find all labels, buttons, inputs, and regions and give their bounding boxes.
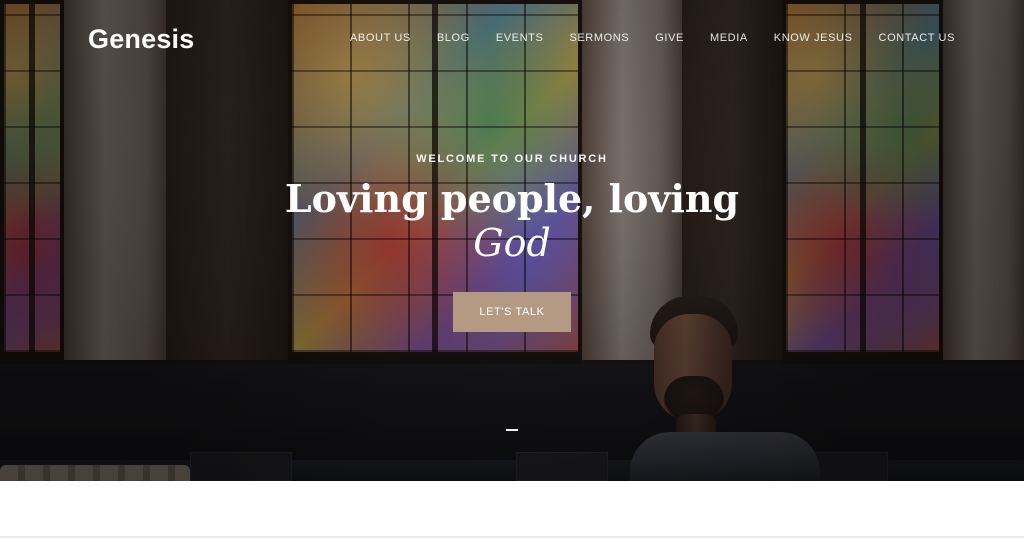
hero-section: Genesis ABOUT US BLOG EVENTS SERMONS GIV… — [0, 0, 1024, 481]
hero-eyebrow: WELCOME TO OUR CHURCH — [416, 153, 608, 165]
hero-headline-line2: God — [473, 221, 551, 265]
hero-headline-line1: Loving people, loving — [284, 176, 740, 221]
hero-content: WELCOME TO OUR CHURCH Loving people, lov… — [0, 0, 1024, 481]
scroll-indicator[interactable] — [506, 429, 518, 431]
hero-headline: Loving people, loving God — [0, 176, 1024, 266]
lets-talk-button[interactable]: LET'S TALK — [453, 292, 571, 332]
content-divider — [0, 536, 1024, 538]
page: Genesis ABOUT US BLOG EVENTS SERMONS GIV… — [0, 0, 1024, 539]
